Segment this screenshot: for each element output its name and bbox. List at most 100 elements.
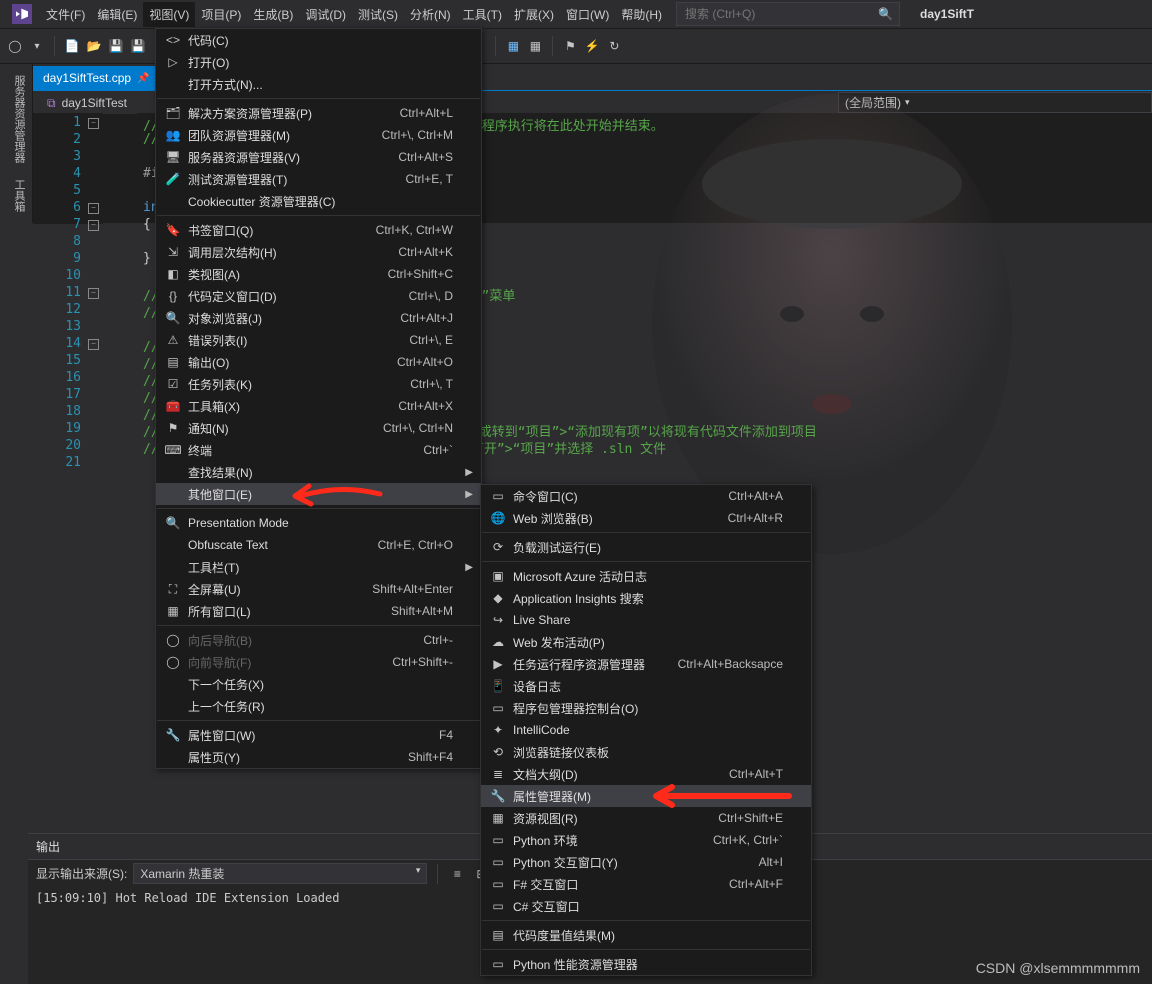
shortcut-label: Ctrl+K, Ctrl+W — [376, 223, 453, 237]
save-icon[interactable]: 💾 — [107, 37, 125, 55]
other-windows-submenu[interactable]: ▭命令窗口(C)Ctrl+Alt+A🌐Web 浏览器(B)Ctrl+Alt+R ⟳… — [480, 484, 812, 976]
view-menu-item-11[interactable]: ⇲调用层次结构(H)Ctrl+Alt+K — [156, 241, 481, 263]
other-win-item-13[interactable]: ⟲浏览器链接仪表板 — [481, 741, 811, 763]
other-win-label: 代码度量值结果(M) — [509, 927, 781, 944]
menu-生成(B)[interactable]: 生成(B) — [247, 2, 299, 27]
menu-帮助(H)[interactable]: 帮助(H) — [615, 2, 668, 27]
output-source-combo[interactable]: Xamarin 热重装 ▾ — [133, 863, 427, 884]
view-menu-item-27[interactable]: ⛶全屏幕(U)Shift+Alt+Enter — [156, 578, 481, 600]
view-menu-item-1[interactable]: ▷打开(O) — [156, 51, 481, 73]
nav-fwd-icon[interactable]: ▾ — [28, 37, 46, 55]
other-win-item-0[interactable]: ▭命令窗口(C)Ctrl+Alt+A — [481, 485, 811, 507]
other-win-item-22[interactable]: ▤代码度量值结果(M) — [481, 924, 811, 946]
view-menu[interactable]: <>代码(C)▷打开(O)打开方式(N)... 🗂解决方案资源管理器(P)Ctrl… — [155, 28, 482, 769]
view-menu-item-2[interactable]: 打开方式(N)... — [156, 73, 481, 95]
other-win-item-18[interactable]: ▭Python 交互窗口(Y)Alt+I — [481, 851, 811, 873]
view-menu-item-24[interactable]: 🔍Presentation Mode — [156, 512, 481, 534]
fullscreen-icon: ⛶ — [162, 582, 184, 597]
view-menu-item-8[interactable]: Cookiecutter 资源管理器(C) — [156, 190, 481, 212]
view-menu-item-35[interactable]: 🔧属性窗口(W)F4 — [156, 724, 481, 746]
menu-视图(V)[interactable]: 视图(V) — [143, 2, 195, 27]
other-win-item-11[interactable]: ▭程序包管理器控制台(O) — [481, 697, 811, 719]
other-win-item-15[interactable]: 🔧属性管理器(M) — [481, 785, 811, 807]
menu-编辑(E)[interactable]: 编辑(E) — [91, 2, 143, 27]
view-menu-item-0[interactable]: <>代码(C) — [156, 29, 481, 51]
view-menu-item-18[interactable]: 🧰工具箱(X)Ctrl+Alt+X — [156, 395, 481, 417]
other-win-item-17[interactable]: ▭Python 环境Ctrl+K, Ctrl+` — [481, 829, 811, 851]
liveshare-icon: ↪ — [487, 613, 509, 627]
other-win-item-6[interactable]: ◆Application Insights 搜索 — [481, 587, 811, 609]
shortcut-label: Ctrl+Shift+E — [718, 811, 783, 825]
view-menu-item-22[interactable]: 其他窗口(E)▶ — [156, 483, 481, 505]
view-menu-item-16[interactable]: ▤输出(O)Ctrl+Alt+O — [156, 351, 481, 373]
other-win-item-8[interactable]: ☁Web 发布活动(P) — [481, 631, 811, 653]
other-win-item-3[interactable]: ⟳负载测试运行(E) — [481, 536, 811, 558]
errorlist-icon: ⚠ — [162, 333, 184, 347]
other-win-item-1[interactable]: 🌐Web 浏览器(B)Ctrl+Alt+R — [481, 507, 811, 529]
menu-分析(N)[interactable]: 分析(N) — [404, 2, 457, 27]
other-win-label: 程序包管理器控制台(O) — [509, 700, 781, 717]
nav-back-icon[interactable]: ◯ — [6, 37, 24, 55]
view-menu-item-19[interactable]: ⚑通知(N)Ctrl+\, Ctrl+N — [156, 417, 481, 439]
tab-active-file[interactable]: day1SiftTest.cpp 📌 ▾ — [33, 66, 170, 90]
other-win-item-12[interactable]: ✦IntelliCode — [481, 719, 811, 741]
view-menu-item-33[interactable]: 上一个任务(R) — [156, 695, 481, 717]
tab-secondary[interactable]: ⧉ day1SiftTest — [37, 92, 137, 114]
other-win-item-5[interactable]: ▣Microsoft Azure 活动日志 — [481, 565, 811, 587]
flag-icon[interactable]: ⚑ — [561, 37, 579, 55]
other-win-item-9[interactable]: ▶任务运行程序资源管理器Ctrl+Alt+Backsapce — [481, 653, 811, 675]
navback-icon: ◯ — [162, 633, 184, 647]
shortcut-label: Ctrl+` — [423, 443, 453, 457]
menu-文件(F)[interactable]: 文件(F) — [40, 2, 91, 27]
menu-测试(S)[interactable]: 测试(S) — [352, 2, 404, 27]
tool-icon-8[interactable]: ↻ — [605, 37, 623, 55]
output-tool-icon[interactable]: ≡ — [448, 865, 466, 883]
other-win-item-16[interactable]: ▦资源视图(R)Ctrl+Shift+E — [481, 807, 811, 829]
pin-icon[interactable]: 📌 — [137, 73, 149, 84]
view-menu-item-14[interactable]: 🔍对象浏览器(J)Ctrl+Alt+J — [156, 307, 481, 329]
view-menu-item-17[interactable]: ☑任务列表(K)Ctrl+\, T — [156, 373, 481, 395]
side-tab-toolbox[interactable]: 工具箱 — [2, 174, 30, 217]
search-input[interactable] — [683, 6, 878, 22]
side-tab-server-explorer[interactable]: 服务器资源管理器 — [2, 70, 30, 168]
view-menu-item-12[interactable]: ◧类视图(A)Ctrl+Shift+C — [156, 263, 481, 285]
open-folder-icon[interactable]: 📂 — [85, 37, 103, 55]
view-menu-item-26[interactable]: 工具栏(T)▶ — [156, 556, 481, 578]
view-menu-item-7[interactable]: 🧪测试资源管理器(T)Ctrl+E, T — [156, 168, 481, 190]
tool-icon-7[interactable]: ⚡ — [583, 37, 601, 55]
view-menu-item-32[interactable]: 下一个任务(X) — [156, 673, 481, 695]
save-all-icon[interactable]: 💾 — [129, 37, 147, 55]
other-win-label: Microsoft Azure 活动日志 — [509, 568, 781, 585]
other-win-item-7[interactable]: ↪Live Share — [481, 609, 811, 631]
menu-调试(D)[interactable]: 调试(D) — [299, 2, 352, 27]
search-box[interactable]: 🔍 — [676, 2, 900, 26]
view-menu-item-6[interactable]: 🖥服务器资源管理器(V)Ctrl+Alt+S — [156, 146, 481, 168]
view-menu-item-13[interactable]: {}代码定义窗口(D)Ctrl+\, D — [156, 285, 481, 307]
menu-扩展(X)[interactable]: 扩展(X) — [508, 2, 560, 27]
shortcut-label: Ctrl+Shift+- — [392, 655, 453, 669]
menu-窗口(W)[interactable]: 窗口(W) — [560, 2, 615, 27]
view-menu-item-20[interactable]: ⌨终端Ctrl+` — [156, 439, 481, 461]
view-menu-item-4[interactable]: 🗂解决方案资源管理器(P)Ctrl+Alt+L — [156, 102, 481, 124]
other-win-item-20[interactable]: ▭C# 交互窗口 — [481, 895, 811, 917]
view-menu-item-25[interactable]: Obfuscate TextCtrl+E, Ctrl+O — [156, 534, 481, 556]
new-file-icon[interactable]: 📄 — [63, 37, 81, 55]
output-source-value: Xamarin 热重装 — [140, 865, 224, 882]
web-icon: 🌐 — [487, 511, 509, 525]
tool-icon-5[interactable]: ▦ — [504, 37, 522, 55]
menu-工具(T)[interactable]: 工具(T) — [457, 2, 508, 27]
view-menu-item-21[interactable]: 查找结果(N)▶ — [156, 461, 481, 483]
view-menu-item-15[interactable]: ⚠错误列表(I)Ctrl+\, E — [156, 329, 481, 351]
other-win-item-19[interactable]: ▭F# 交互窗口Ctrl+Alt+F — [481, 873, 811, 895]
server-icon: 🖥 — [162, 150, 184, 164]
tool-icon-6[interactable]: ▦ — [526, 37, 544, 55]
other-win-item-14[interactable]: ≣文档大纲(D)Ctrl+Alt+T — [481, 763, 811, 785]
menu-项目(P)[interactable]: 项目(P) — [195, 2, 247, 27]
view-menu-item-5[interactable]: 👥团队资源管理器(M)Ctrl+\, Ctrl+M — [156, 124, 481, 146]
other-win-item-24[interactable]: ▭Python 性能资源管理器 — [481, 953, 811, 975]
view-menu-item-10[interactable]: 🔖书签窗口(Q)Ctrl+K, Ctrl+W — [156, 219, 481, 241]
other-win-item-10[interactable]: 📱设备日志 — [481, 675, 811, 697]
view-menu-item-36[interactable]: 属性页(Y)Shift+F4 — [156, 746, 481, 768]
scope-combo[interactable]: (全局范围) ▾ — [838, 92, 1152, 113]
view-menu-item-28[interactable]: ▦所有窗口(L)Shift+Alt+M — [156, 600, 481, 622]
